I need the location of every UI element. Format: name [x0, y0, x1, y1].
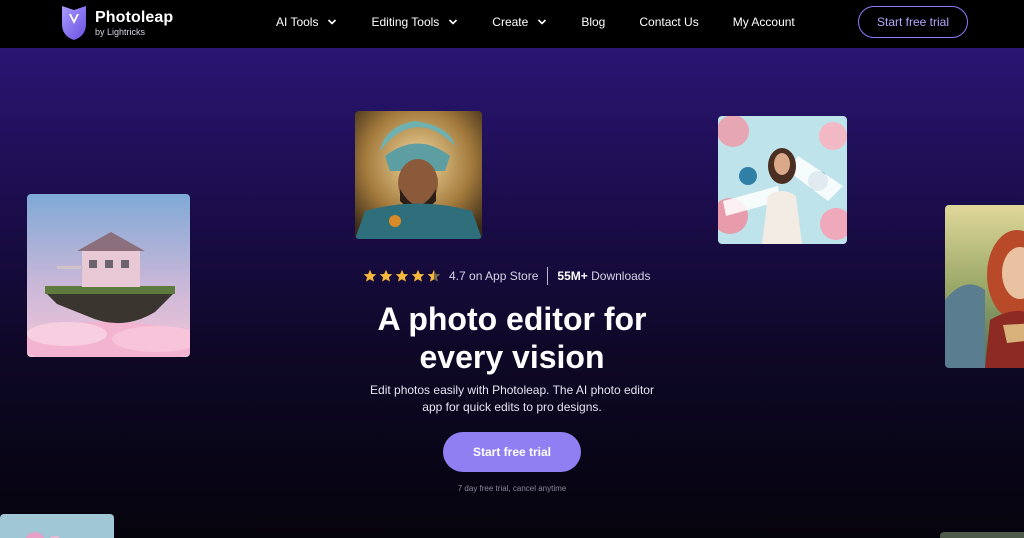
chevron-down-icon [449, 19, 458, 25]
brand-name: Photoleap [95, 8, 174, 26]
star-icon [411, 269, 425, 282]
nav-item-contact-us[interactable]: Contact Us [639, 15, 698, 29]
downloads-label: Downloads [591, 269, 651, 283]
star-icon [379, 269, 393, 282]
star-icon [363, 269, 377, 282]
brand-logo[interactable]: Photoleap by Lightricks [58, 4, 173, 42]
nav-item-label: My Account [732, 15, 795, 29]
hero-start-free-trial-button[interactable]: Start free trial [443, 432, 581, 472]
partial-image [940, 532, 1024, 538]
armored-warrior-image [355, 111, 482, 239]
photoleap-logo-icon [62, 6, 86, 40]
brand-byline: by Lightricks [95, 26, 146, 37]
downloads-stat: 55M+ Downloads [557, 269, 650, 283]
headline-line-2: every vision [419, 339, 605, 375]
half-star-icon [427, 269, 441, 282]
headline-line-1: A photo editor for [377, 301, 647, 337]
nav-item-ai-tools[interactable]: AI Tools [276, 15, 337, 29]
rating-stars [363, 269, 443, 283]
subtitle-line-2: app for quick edits to pro designs. [422, 400, 602, 414]
nav-item-editing-tools[interactable]: Editing Tools [371, 15, 458, 29]
top-navbar: Photoleap by Lightricks AI Tools Editing… [0, 0, 1024, 48]
downloads-count: 55M+ [557, 269, 588, 283]
nav-item-create[interactable]: Create [492, 15, 547, 29]
nav-item-label: Contact Us [639, 15, 699, 29]
nav-start-free-trial-button[interactable]: Start free trial [858, 6, 968, 38]
subtitle-line-1: Edit photos easily with Photoleap. The A… [370, 383, 654, 397]
nav-item-label: Create [492, 15, 529, 29]
hero-section: 4.7 on App Store 55M+ Downloads A photo … [0, 48, 1024, 538]
chevron-down-icon [538, 19, 547, 25]
hero-subtitle: Edit photos easily with Photoleap. The A… [0, 382, 1024, 416]
nav-links: AI Tools Editing Tools Create Blog Conta… [276, 0, 829, 44]
floral-collage-woman-image [718, 116, 847, 244]
chevron-down-icon [328, 19, 337, 25]
nav-item-label: Blog [581, 15, 606, 29]
trial-fineprint: 7 day free trial, cancel anytime [457, 484, 567, 493]
rating-text: 4.7 on App Store [449, 269, 539, 283]
pink-flowers-image [0, 514, 114, 538]
app-store-rating: 4.7 on App Store 55M+ Downloads [363, 265, 650, 287]
nav-item-label: Editing Tools [371, 15, 440, 29]
nav-item-my-account[interactable]: My Account [733, 15, 795, 29]
rating-divider [547, 267, 549, 285]
hero-headline: A photo editor for every vision [0, 300, 1024, 376]
nav-item-blog[interactable]: Blog [581, 15, 605, 29]
nav-item-label: AI Tools [276, 15, 319, 29]
star-icon [395, 269, 409, 282]
